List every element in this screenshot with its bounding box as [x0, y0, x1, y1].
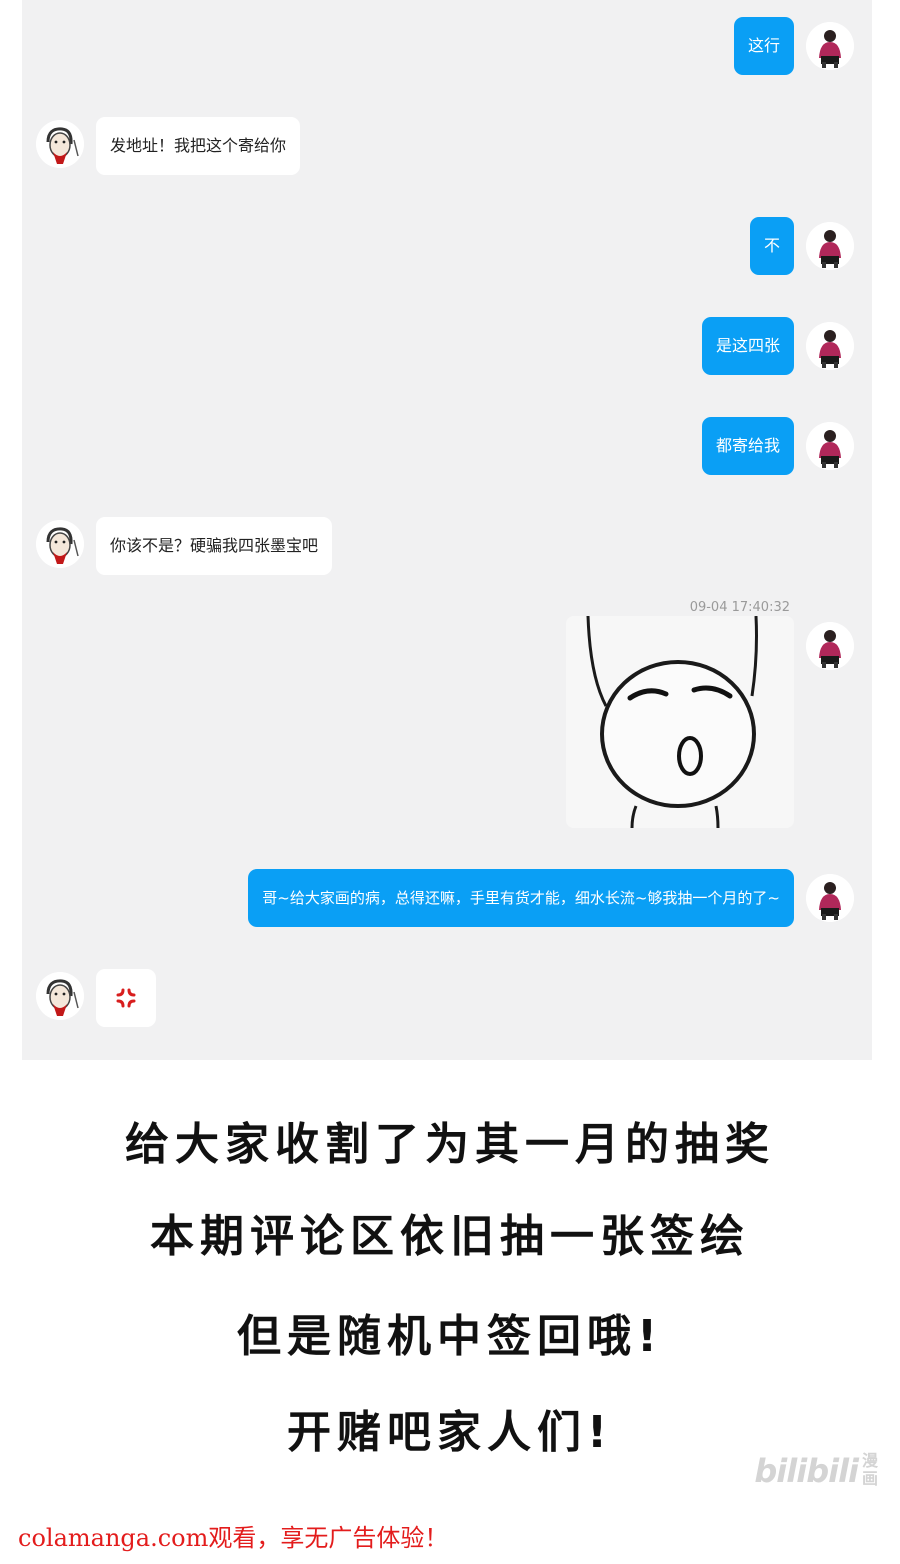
- incoming-reaction-bubble[interactable]: [96, 969, 156, 1027]
- message-timestamp: 09-04 17:40:32: [689, 600, 790, 615]
- message-row: 都寄给我: [22, 416, 872, 476]
- message-row: 你该不是？硬骗我四张墨宝吧: [22, 516, 872, 576]
- caption-line: 给大家收割了为其一月的抽奖: [125, 1119, 775, 1170]
- outgoing-message-bubble[interactable]: 都寄给我: [701, 417, 794, 475]
- message-row: 不: [22, 216, 872, 276]
- self-avatar[interactable]: [806, 222, 854, 270]
- incoming-message-bubble[interactable]: 发地址！我把这个寄给你: [96, 117, 301, 175]
- message-row: 这行: [22, 16, 872, 76]
- message-row: 是这四张: [22, 316, 872, 376]
- incoming-message-bubble[interactable]: 你该不是？硬骗我四张墨宝吧: [96, 517, 333, 575]
- self-avatar[interactable]: [806, 322, 854, 370]
- friend-avatar[interactable]: [36, 972, 84, 1020]
- caption-line: 但是随机中签回哦!: [236, 1311, 664, 1362]
- self-avatar[interactable]: [806, 22, 854, 70]
- caption-line: 开赌吧家人们!: [286, 1407, 614, 1458]
- self-avatar[interactable]: [806, 422, 854, 470]
- outgoing-message-bubble[interactable]: 是这四张: [701, 317, 794, 375]
- outgoing-message-bubble[interactable]: 哥~给大家画的病，总得还嘛，手里有货才能，细水长流~够我抽一个月的了~: [248, 869, 794, 927]
- message-row: 哥~给大家画的病，总得还嘛，手里有货才能，细水长流~够我抽一个月的了~: [22, 868, 872, 928]
- bilibili-manga-watermark: bilibili 漫画: [754, 1451, 878, 1491]
- self-avatar[interactable]: [806, 874, 854, 922]
- outgoing-message-bubble[interactable]: 这行: [733, 17, 794, 75]
- self-avatar[interactable]: [806, 622, 854, 670]
- sticker-image-message[interactable]: [566, 616, 794, 828]
- outgoing-message-bubble[interactable]: 不: [749, 217, 794, 275]
- friend-avatar[interactable]: [36, 520, 84, 568]
- friend-avatar[interactable]: [36, 120, 84, 168]
- sleepy-face-sticker-icon: [566, 616, 794, 828]
- anger-symbol-icon: [116, 988, 136, 1008]
- message-row: 发地址！我把这个寄给你: [22, 116, 872, 176]
- chat-panel: 这行 发地址！我把这个寄给你 不 是这四张 都寄给我 你该不是？硬骗我四张墨宝吧…: [22, 0, 872, 1060]
- message-row: [22, 968, 872, 1028]
- caption-line: 本期评论区依旧抽一张签绘: [150, 1211, 750, 1262]
- footer-notice: colamanga.com观看，享无广告体验！: [18, 1524, 449, 1552]
